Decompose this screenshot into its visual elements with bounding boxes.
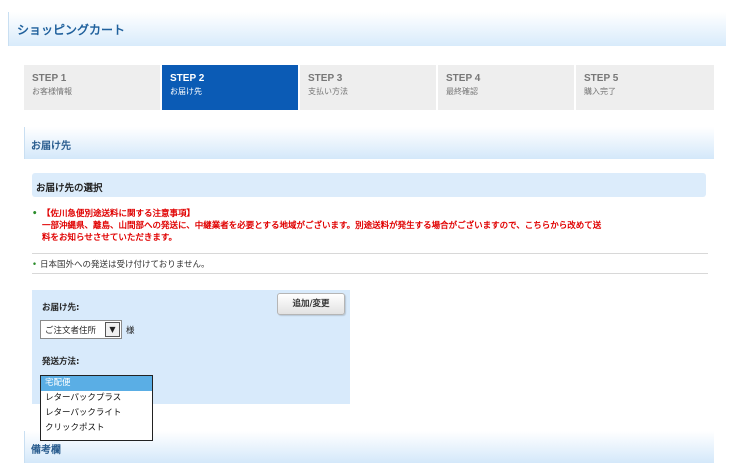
step-5: STEP 5 購入完了 <box>576 65 714 110</box>
shipping-option[interactable]: クリックポスト <box>41 421 152 436</box>
remarks-section-title: 備考欄 <box>31 445 61 456</box>
step-name: お届け先 <box>170 87 202 96</box>
add-change-button[interactable]: 追加/変更 <box>277 293 345 315</box>
step-number: STEP 5 <box>584 73 619 84</box>
page-header: ショッピングカート <box>8 12 726 46</box>
step-number: STEP 3 <box>308 73 343 84</box>
bullet-icon: • <box>32 209 38 219</box>
overseas-note-text: 日本国外への発送は受け付けておりません。 <box>40 260 210 270</box>
step-name: 最終確認 <box>446 87 478 96</box>
divider <box>32 253 708 254</box>
step-name: 支払い方法 <box>308 87 348 96</box>
shipping-method-dropdown[interactable]: 宅配便 レターパックプラス レターパックライト クリックポスト <box>40 375 153 441</box>
delivery-section-title: お届け先 <box>31 141 71 152</box>
shipping-notice: • 【佐川急便別途送料に関する注意事項】 一部沖縄県、離島、山間部への発送に、中… <box>32 208 708 244</box>
step-2: STEP 2 お届け先 <box>162 65 300 110</box>
shipping-option[interactable]: レターパックライト <box>41 406 152 421</box>
notice-title: 【佐川急便別途送料に関する注意事項】 <box>42 209 196 219</box>
shipping-option[interactable]: 宅配便 <box>41 376 152 391</box>
shipping-option[interactable]: レターパックプラス <box>41 391 152 406</box>
step-name: お客様情報 <box>32 87 72 96</box>
address-suffix: 様 <box>126 326 135 336</box>
step-number: STEP 2 <box>170 73 205 84</box>
delivery-select-title: お届け先の選択 <box>36 183 103 194</box>
checkout-steps: STEP 1 お客様情報 STEP 2 お届け先 STEP 3 支払い方法 ST… <box>24 65 714 110</box>
overseas-note: • 日本国外への発送は受け付けておりません。 <box>32 258 210 270</box>
notice-text-line1: 一部沖縄県、離島、山間部への発送に、中継業者を必要とする地域がございます。別途送… <box>42 221 602 231</box>
step-number: STEP 1 <box>32 73 67 84</box>
address-label: お届け先: <box>42 303 80 313</box>
step-4: STEP 4 最終確認 <box>438 65 576 110</box>
address-select[interactable]: ご注文者住所 ▼ <box>40 320 122 339</box>
notice-text-line2: 料をお知らせさせていただきます。 <box>42 233 177 243</box>
step-3: STEP 3 支払い方法 <box>300 65 438 110</box>
shipping-method-label: 発送方法: <box>42 357 80 367</box>
step-name: 購入完了 <box>584 87 616 96</box>
chevron-down-icon[interactable]: ▼ <box>105 322 120 337</box>
step-1: STEP 1 お客様情報 <box>24 65 162 110</box>
divider <box>32 273 708 274</box>
delivery-section-header: お届け先 <box>24 127 714 159</box>
step-number: STEP 4 <box>446 73 481 84</box>
page-title: ショッピングカート <box>17 23 126 37</box>
address-select-value: ご注文者住所 <box>45 326 97 336</box>
bullet-icon: • <box>32 260 38 270</box>
delivery-select-header: お届け先の選択 <box>32 173 706 197</box>
